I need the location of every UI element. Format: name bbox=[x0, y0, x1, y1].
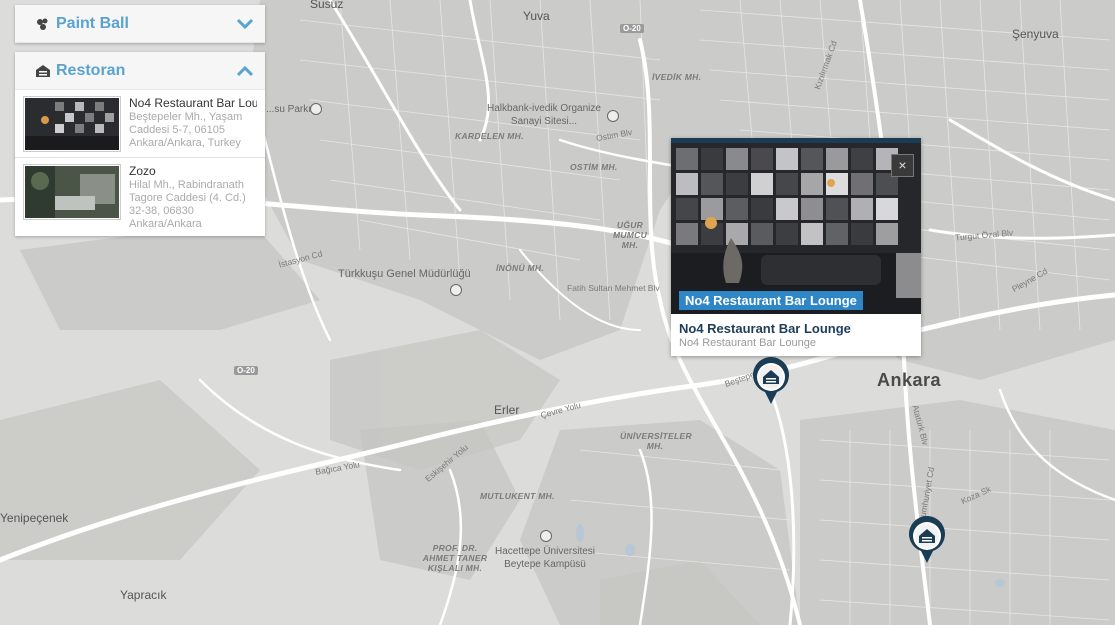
area-label: Şenyuva bbox=[1012, 27, 1059, 41]
district-label: UĞUR MUMCU MH. bbox=[612, 220, 648, 250]
poi-label: Halkbank-ivedik Organize Sanayi Sitesi..… bbox=[487, 103, 601, 127]
district-label: İNÖNÜ MH. bbox=[496, 263, 545, 273]
district-label: İVEDİK MH. bbox=[652, 72, 702, 82]
poi-icon bbox=[607, 110, 619, 122]
close-button[interactable]: × bbox=[891, 154, 914, 177]
place-address: Beştepeler Mh., Yaşam Caddesi 5-7, 06105… bbox=[129, 111, 243, 149]
poi-icon bbox=[540, 530, 552, 542]
map-marker-zozo[interactable] bbox=[907, 516, 947, 564]
poi-icon bbox=[310, 103, 322, 115]
category-panel-paintball: Paint Ball bbox=[15, 5, 265, 43]
chevron-up-icon[interactable] bbox=[237, 65, 253, 77]
category-header-restoran[interactable]: Restoran bbox=[15, 52, 265, 90]
place-thumbnail bbox=[23, 164, 121, 220]
category-title: Restoran bbox=[56, 61, 126, 79]
road-label: Fatih Sultan Mehmet Blv bbox=[567, 283, 660, 293]
poi-label: Türkkuşu Genel Müdürlüğü bbox=[338, 268, 471, 280]
list-item-zozo[interactable]: Zozo Hilal Mh., Rabindranath Tagore Cadd… bbox=[15, 158, 265, 236]
place-photo: × No4 Restaurant Bar Lounge bbox=[671, 143, 921, 314]
place-name: Zozo bbox=[129, 164, 156, 178]
popup-subtitle: No4 Restaurant Bar Lounge bbox=[679, 337, 816, 349]
map-marker-no4[interactable] bbox=[751, 357, 791, 405]
popup-title[interactable]: No4 Restaurant Bar Lounge bbox=[679, 321, 921, 336]
category-header-paintball[interactable]: Paint Ball bbox=[15, 5, 265, 43]
district-label: KARDELEN MH. bbox=[455, 131, 524, 141]
place-name: No4 Restaurant Bar Lounge bbox=[129, 96, 257, 110]
place-info-popup: × No4 Restaurant Bar Lounge No4 Restaura… bbox=[671, 138, 921, 356]
area-label: Yapracık bbox=[120, 588, 167, 602]
restaurant-icon bbox=[36, 64, 50, 77]
district-label: MUTLUKENT MH. bbox=[480, 491, 555, 501]
list-item-no4[interactable]: No4 Restaurant Bar Lounge Beştepeler Mh.… bbox=[15, 90, 265, 158]
district-label: OSTİM MH. bbox=[570, 162, 618, 172]
poi-label: ...su Parkı bbox=[266, 104, 312, 115]
poi-icon bbox=[450, 284, 462, 296]
district-label: PROF. DR. AHMET TANER KIŞLALI MH. bbox=[422, 543, 488, 573]
poi-label: Hacettepe Üniversitesi Beytepe Kampüsü bbox=[494, 546, 596, 570]
category-panel-restoran: Restoran No4 Restaurant Bar Lounge Beşte… bbox=[15, 52, 265, 236]
area-label: Erler bbox=[494, 403, 520, 417]
paintball-icon bbox=[37, 18, 48, 30]
district-label: ÜNİVERSİTELER MH. bbox=[620, 431, 692, 451]
highway-shield: O-20 bbox=[620, 24, 644, 33]
place-name-badge: No4 Restaurant Bar Lounge bbox=[679, 291, 863, 310]
city-label: Ankara bbox=[877, 370, 942, 390]
area-label: Susuz bbox=[310, 0, 344, 11]
highway-shield: O-20 bbox=[234, 366, 258, 375]
area-label: Yenipeçenek bbox=[0, 511, 69, 525]
place-thumbnail bbox=[23, 96, 121, 152]
place-address: Hilal Mh., Rabindranath Tagore Caddesi (… bbox=[129, 179, 246, 230]
category-title: Paint Ball bbox=[56, 14, 129, 32]
area-label: Yuva bbox=[523, 9, 550, 23]
chevron-down-icon[interactable] bbox=[237, 18, 253, 30]
